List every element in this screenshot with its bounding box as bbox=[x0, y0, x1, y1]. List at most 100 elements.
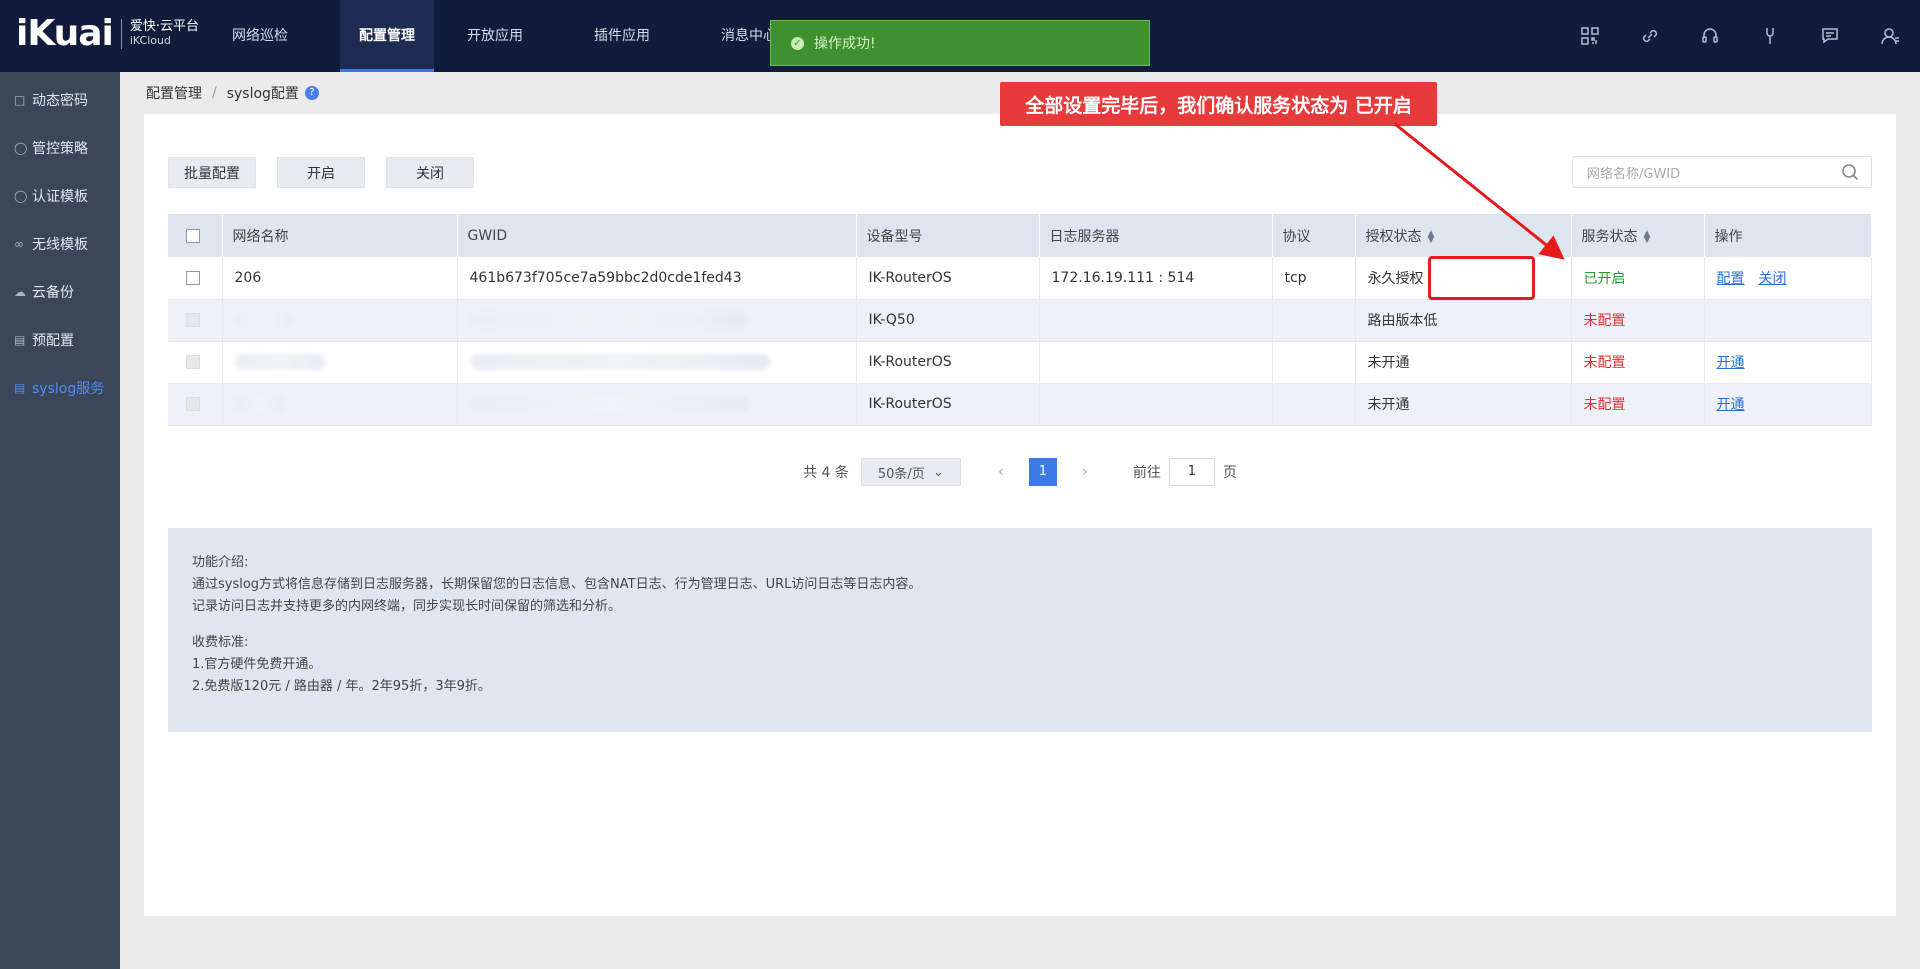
toast-text: 操作成功! bbox=[814, 36, 876, 52]
cell-service-status: 已开启 bbox=[1571, 257, 1705, 300]
row-checkbox[interactable] bbox=[186, 270, 200, 285]
nav-open-apps[interactable]: 开放应用 bbox=[448, 0, 542, 72]
nav-plugin-apps[interactable]: 插件应用 bbox=[575, 0, 669, 72]
enable-button[interactable]: 开启 bbox=[277, 157, 365, 188]
breadcrumb-current: syslog配置 bbox=[226, 86, 299, 102]
wrench-icon[interactable] bbox=[1740, 0, 1800, 72]
col-device-model: 设备型号 bbox=[856, 214, 1040, 257]
sidebar-item-label: syslog服务 bbox=[32, 381, 105, 397]
breadcrumb-parent[interactable]: 配置管理 bbox=[146, 83, 202, 103]
activate-link[interactable]: 开通 bbox=[1717, 355, 1745, 371]
breadcrumb: 配置管理 / syslog配置 ? bbox=[146, 83, 319, 103]
intro-line-1: 通过syslog方式将信息存储到日志服务器，长期保留您的日志信息、包含NAT日志… bbox=[192, 577, 922, 592]
row-checkbox bbox=[186, 313, 200, 327]
cell-service-status: 未配置 bbox=[1571, 299, 1705, 342]
syslog-table: 网络名称 GWID 设备型号 日志服务器 协议 授权状态 ▲ ▼ 服务状态 ▲ ▼ 操作… bbox=[168, 214, 1872, 426]
activate-link[interactable]: 开通 bbox=[1717, 397, 1745, 413]
search-icon[interactable] bbox=[1841, 163, 1859, 181]
syslog-icon: ▤ bbox=[14, 381, 26, 395]
cell-network-name bbox=[222, 341, 458, 384]
sort-icon[interactable]: ▲ ▼ bbox=[1644, 229, 1651, 244]
sidebar-item-dynamic-password[interactable]: □ 动态密码 bbox=[0, 76, 120, 124]
page-size-value: 50条/页 bbox=[877, 466, 925, 482]
sort-icon[interactable]: ▲ ▼ bbox=[1428, 229, 1435, 244]
chevron-down-icon: ⌄ bbox=[933, 464, 944, 480]
user-icon[interactable] bbox=[1860, 0, 1920, 72]
nav-config-management[interactable]: 配置管理 bbox=[340, 0, 434, 72]
search-input[interactable]: 网络名称/GWID bbox=[1572, 156, 1872, 188]
main-nav: 网络巡检 配置管理 开放应用 插件应用 消息中心 bbox=[213, 0, 829, 72]
cell-protocol: tcp bbox=[1272, 257, 1356, 300]
cell-service-status: 未配置 bbox=[1571, 383, 1705, 426]
col-log-server: 日志服务器 bbox=[1039, 214, 1273, 257]
select-all-checkbox[interactable] bbox=[186, 228, 200, 243]
sidebar-item-wireless-template[interactable]: ∞ 无线模板 bbox=[0, 220, 120, 268]
sidebar-item-auth-template[interactable]: ◯ 认证模板 bbox=[0, 172, 120, 220]
sidebar-item-preconfig[interactable]: ▤ 预配置 bbox=[0, 316, 120, 364]
top-icon-bar bbox=[1560, 0, 1920, 72]
grid-icon[interactable] bbox=[1560, 0, 1620, 72]
row-checkbox bbox=[186, 355, 200, 369]
intro-title: 功能介绍: bbox=[192, 555, 249, 570]
message-icon[interactable] bbox=[1800, 0, 1860, 72]
headset-icon[interactable] bbox=[1680, 0, 1740, 72]
help-icon[interactable]: ? bbox=[304, 86, 319, 100]
main-panel: 批量配置 开启 关闭 网络名称/GWID 网络名称 GWID 设备型号 日志服务… bbox=[144, 114, 1896, 916]
cell-log-server: 172.16.19.111 : 514 bbox=[1039, 257, 1273, 300]
nav-network-inspection[interactable]: 网络巡检 bbox=[213, 0, 307, 72]
cloud-icon: ☁ bbox=[14, 285, 26, 299]
link-icon[interactable] bbox=[1620, 0, 1680, 72]
cell-network-name bbox=[222, 383, 458, 426]
cell-log-server bbox=[1039, 383, 1273, 426]
batch-config-button[interactable]: 批量配置 bbox=[168, 157, 256, 188]
sidebar-item-syslog[interactable]: ▤ syslog服务 bbox=[0, 364, 120, 412]
col-auth-status-label: 授权状态 bbox=[1365, 228, 1422, 245]
fee-line-1: 1.官方硬件免费开通。 bbox=[192, 657, 322, 672]
goto-page-input[interactable]: 1 bbox=[1168, 458, 1215, 486]
sidebar-item-control-policy[interactable]: ◯ 管控策略 bbox=[0, 124, 120, 172]
table-row: 206 461b673f705ce7a59bbc2d0cde1fed43 IK-… bbox=[168, 257, 1872, 300]
page-unit-label: 页 bbox=[1222, 465, 1237, 481]
annotation-callout: 全部设置完毕后，我们确认服务状态为 已开启 bbox=[1000, 82, 1437, 126]
page-number[interactable]: 1 bbox=[1028, 458, 1057, 486]
breadcrumb-separator: / bbox=[212, 85, 217, 101]
cell-log-server bbox=[1039, 341, 1273, 384]
col-gwid: GWID bbox=[457, 214, 857, 257]
sidebar-item-label: 认证模板 bbox=[32, 189, 88, 205]
sidebar-item-label: 预配置 bbox=[32, 333, 74, 349]
status-highlight-box bbox=[1428, 256, 1535, 300]
fee-title: 收费标准: bbox=[192, 635, 249, 650]
configure-link[interactable]: 配置 bbox=[1717, 271, 1745, 287]
cell-gwid bbox=[457, 341, 857, 384]
list-icon: ▤ bbox=[14, 333, 26, 347]
cell-actions bbox=[1704, 299, 1872, 342]
redacted-text bbox=[234, 396, 285, 412]
cell-auth-status: 路由版本低 bbox=[1355, 299, 1572, 342]
next-page-icon[interactable]: › bbox=[1069, 464, 1101, 480]
disable-button[interactable]: 关闭 bbox=[386, 157, 474, 188]
cell-protocol bbox=[1272, 383, 1356, 426]
toolbar: 批量配置 开启 关闭 bbox=[168, 157, 495, 188]
cell-network-name: 206 bbox=[222, 257, 458, 300]
cell-auth-status: 未开通 bbox=[1355, 383, 1572, 426]
col-auth-status[interactable]: 授权状态 ▲ ▼ bbox=[1355, 214, 1572, 257]
col-service-status[interactable]: 服务状态 ▲ ▼ bbox=[1571, 214, 1705, 257]
prev-page-icon[interactable]: ‹ bbox=[985, 464, 1017, 480]
cell-device-model: IK-RouterOS bbox=[856, 257, 1040, 300]
row-checkbox bbox=[186, 397, 200, 411]
col-protocol: 协议 bbox=[1272, 214, 1356, 257]
logo[interactable]: iKuai 爱快·云平台 iKCloud bbox=[16, 14, 199, 54]
cell-protocol bbox=[1272, 299, 1356, 342]
redacted-text bbox=[234, 312, 295, 328]
sidebar-item-cloud-backup[interactable]: ☁ 云备份 bbox=[0, 268, 120, 316]
close-link[interactable]: 关闭 bbox=[1759, 271, 1787, 287]
cell-gwid bbox=[457, 299, 857, 342]
redacted-text bbox=[469, 312, 750, 328]
brand-name-en: iKCloud bbox=[129, 34, 171, 47]
sidebar-item-label: 无线模板 bbox=[32, 237, 88, 253]
cell-protocol bbox=[1272, 341, 1356, 384]
cell-device-model: IK-RouterOS bbox=[856, 341, 1040, 384]
goto-label: 前往 bbox=[1132, 465, 1161, 481]
page-size-select[interactable]: 50条/页 ⌄ bbox=[860, 458, 961, 486]
cell-actions: 开通 bbox=[1704, 383, 1872, 426]
